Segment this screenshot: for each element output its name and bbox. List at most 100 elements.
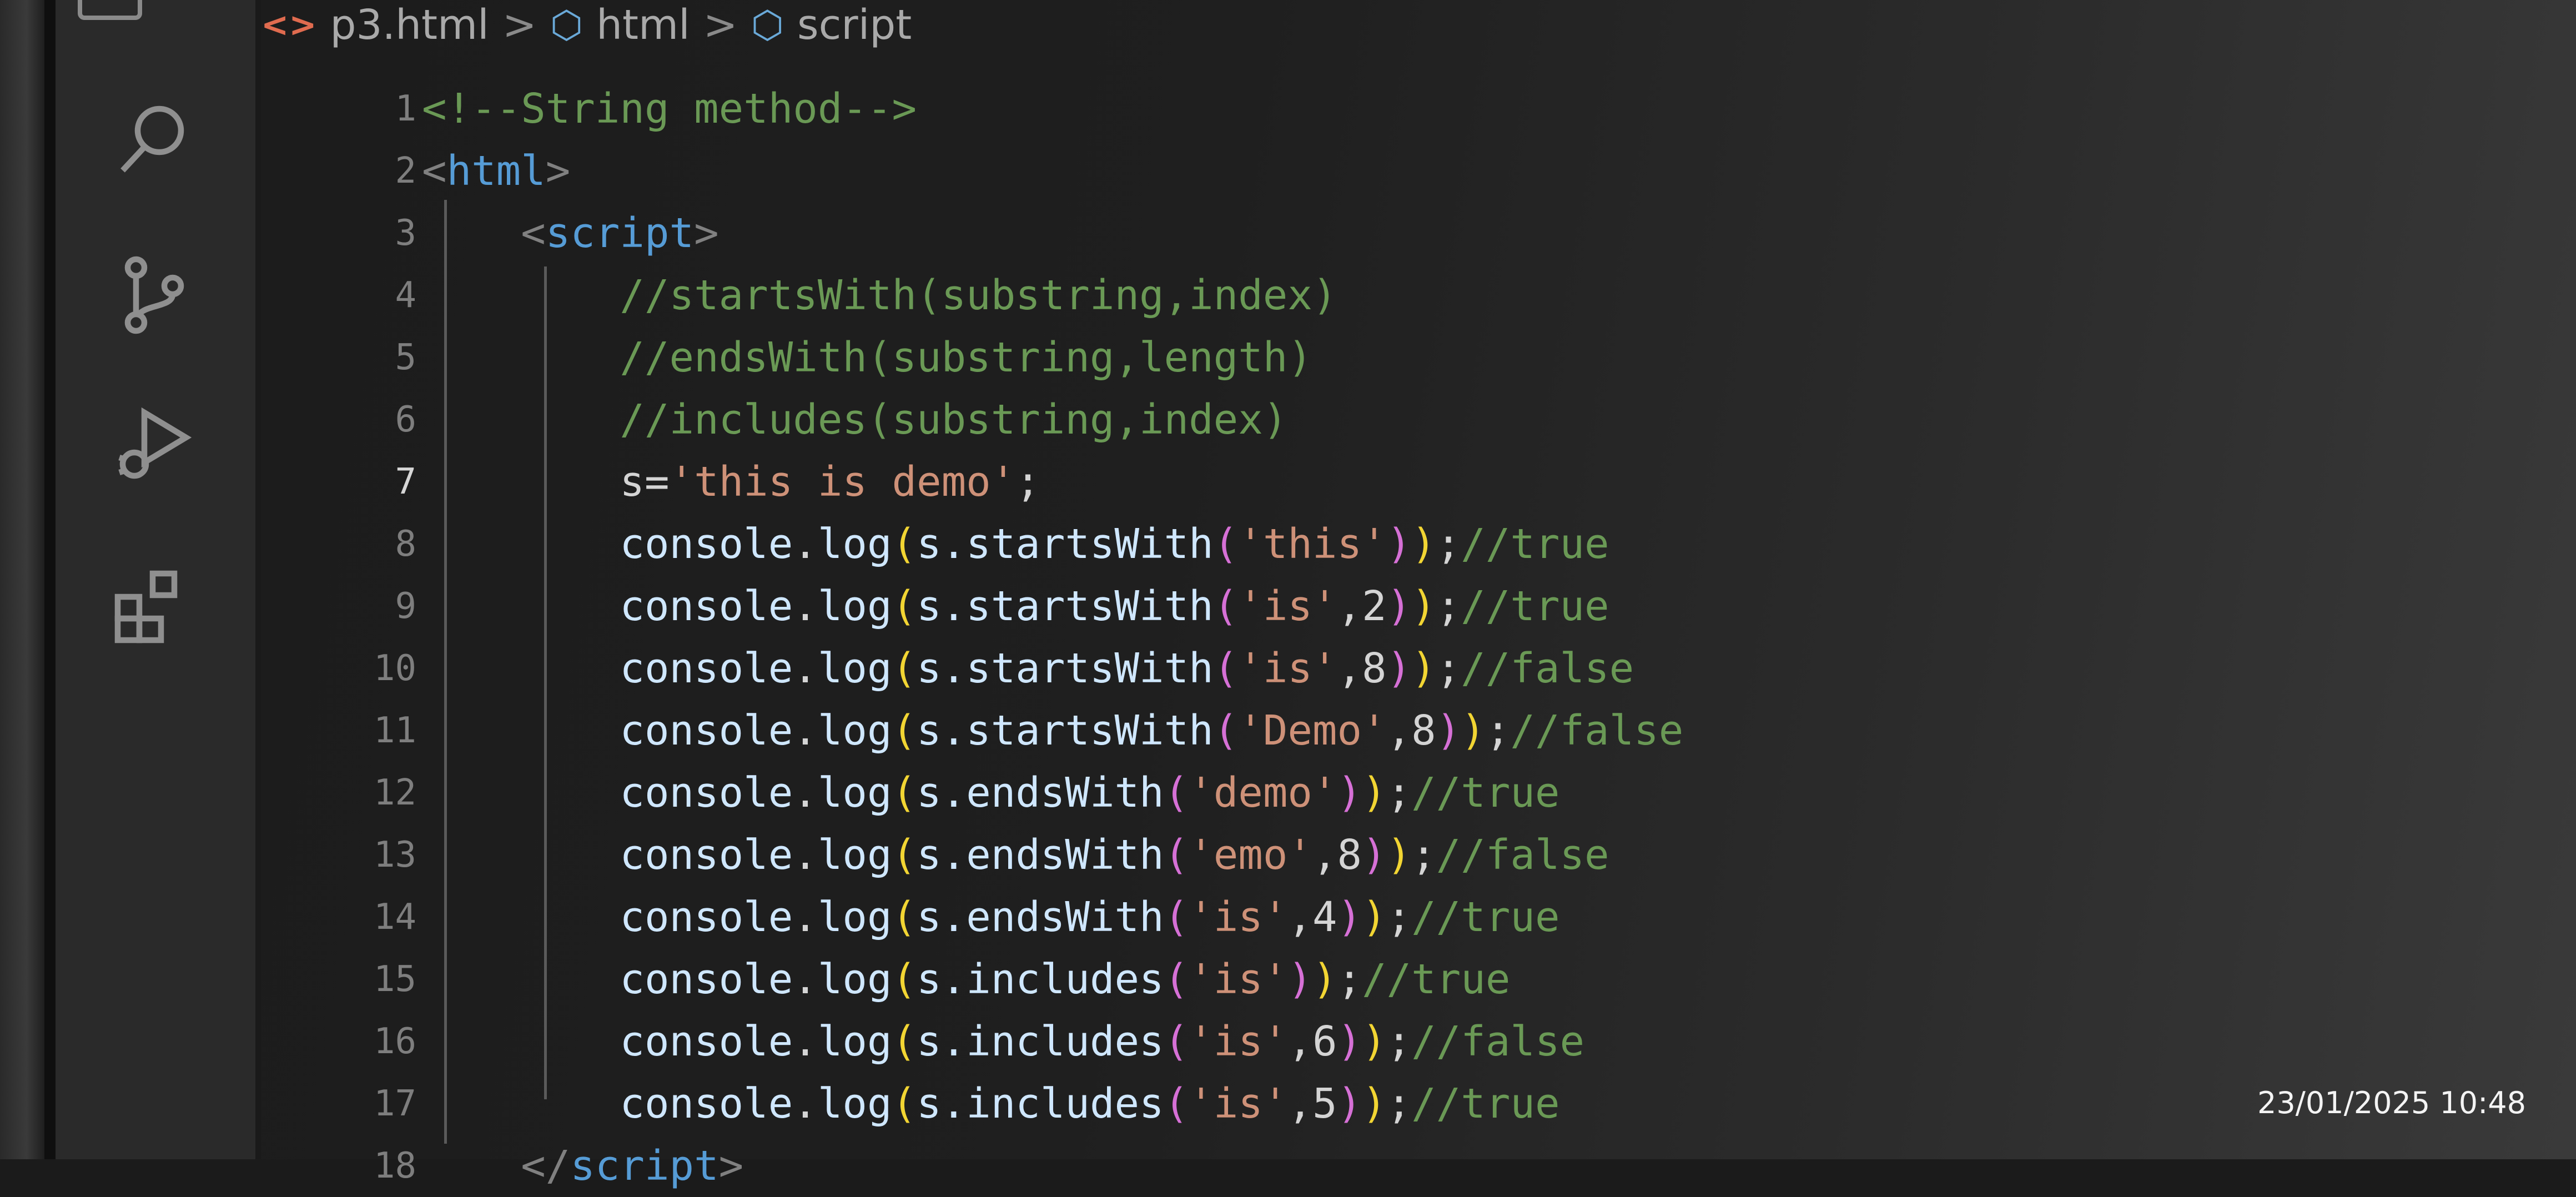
code-token: ;	[1386, 893, 1412, 941]
code-token: console	[620, 520, 793, 568]
explorer-icon[interactable]	[78, 0, 142, 20]
code-token: )	[1337, 769, 1362, 817]
code-token: (	[1164, 955, 1189, 1003]
line-number: 13	[373, 834, 416, 876]
code-token: console	[620, 1080, 793, 1128]
code-token: 'emo'	[1189, 831, 1312, 879]
code-token: ;	[1485, 707, 1511, 755]
code-token: )	[1362, 769, 1387, 817]
breadcrumb-item-script[interactable]: script	[797, 1, 912, 49]
code-token: (	[892, 582, 917, 630]
breadcrumb-item-html[interactable]: html	[596, 1, 690, 49]
code-token: ;	[1015, 458, 1040, 506]
code-token: (	[892, 955, 917, 1003]
code-line[interactable]: console.log(s.endsWith('emo',8));//false	[422, 824, 2476, 886]
code-token: )	[1337, 893, 1362, 941]
source-control-icon[interactable]	[97, 239, 208, 350]
code-token: (	[1213, 520, 1239, 568]
code-line[interactable]: //endsWith(substring,length)	[422, 326, 2476, 389]
code-token: s.	[917, 893, 967, 941]
line-number: 17	[373, 1083, 416, 1124]
code-token: 'this is demo'	[669, 458, 1016, 506]
line-number: 5	[395, 337, 416, 378]
code-token: ,8	[1312, 831, 1362, 879]
breadcrumb-separator: >	[703, 1, 738, 49]
code-token: log	[817, 582, 892, 630]
code-token: console	[620, 707, 793, 755]
code-token: s.	[917, 582, 967, 630]
extensions-icon[interactable]	[97, 550, 208, 661]
breadcrumb-file[interactable]: p3.html	[330, 1, 489, 49]
code-token: console	[620, 769, 793, 817]
code-token: //includes(substring,index)	[620, 396, 1288, 444]
code-line[interactable]: console.log(s.includes('is',6));//false	[422, 1010, 2476, 1073]
code-line[interactable]: console.log(s.includes('is'));//true	[422, 948, 2476, 1010]
code-token: log	[817, 707, 892, 755]
code-token: ,6	[1287, 1018, 1337, 1065]
code-line[interactable]: //startsWith(substring,index)	[422, 264, 2476, 326]
code-line[interactable]: <!--String method-->	[422, 78, 2476, 140]
code-token: s.	[917, 707, 967, 755]
code-token: .	[793, 1080, 818, 1128]
code-line[interactable]: <script>	[422, 202, 2476, 264]
code-token: (	[1164, 1080, 1189, 1128]
code-token: (	[892, 707, 917, 755]
code-line[interactable]: console.log(s.includes('is',5));//true	[422, 1073, 2476, 1135]
code-token: .	[793, 893, 818, 941]
code-token: )	[1386, 520, 1412, 568]
code-token: s.	[917, 769, 967, 817]
code-line[interactable]: console.log(s.endsWith('demo'));//true	[422, 762, 2476, 824]
code-token: >	[694, 209, 719, 257]
code-lines[interactable]: <!--String method--> <html> <script> //st…	[422, 78, 2476, 1197]
code-line[interactable]: //includes(substring,index)	[422, 389, 2476, 451]
search-icon[interactable]	[97, 83, 208, 194]
code-token: endsWith	[966, 831, 1164, 879]
code-token: )	[1411, 645, 1436, 692]
cube-icon: ⬡	[751, 3, 784, 47]
code-token: endsWith	[966, 769, 1164, 817]
code-token: s.	[917, 831, 967, 879]
code-token: //true	[1461, 582, 1609, 630]
code-line[interactable]: console.log(s.startsWith('is',2));//true	[422, 575, 2476, 637]
code-token: s=	[620, 458, 670, 506]
code-line[interactable]: </script>	[422, 1135, 2476, 1197]
code-token: //true	[1461, 520, 1609, 568]
code-line[interactable]: <html>	[422, 140, 2476, 202]
code-token: )	[1362, 1018, 1387, 1065]
line-number: 11	[373, 710, 416, 751]
code-line[interactable]: console.log(s.startsWith('Demo',8));//fa…	[422, 700, 2476, 762]
code-token: )	[1461, 707, 1486, 755]
line-number: 7	[395, 461, 416, 502]
code-line[interactable]: s='this is demo';	[422, 451, 2476, 513]
code-token: (	[1213, 707, 1239, 755]
code-line[interactable]: console.log(s.startsWith('this'));//true	[422, 513, 2476, 575]
html-file-icon: <>	[261, 6, 317, 44]
run-debug-icon[interactable]	[97, 389, 208, 500]
code-token: //false	[1461, 645, 1634, 692]
code-token: startsWith	[966, 520, 1214, 568]
code-token: .	[793, 582, 818, 630]
code-line[interactable]: console.log(s.endsWith('is',4));//true	[422, 886, 2476, 948]
code-token: )	[1386, 831, 1412, 879]
code-token: 'Demo'	[1238, 707, 1387, 755]
code-line[interactable]: console.log(s.startsWith('is',8));//fals…	[422, 637, 2476, 700]
code-token: //false	[1411, 1018, 1585, 1065]
line-number: 18	[373, 1145, 416, 1186]
line-number: 9	[395, 586, 416, 627]
code-token: console	[620, 645, 793, 692]
code-token: startsWith	[966, 707, 1214, 755]
code-token: )	[1386, 582, 1412, 630]
code-token: .	[793, 955, 818, 1003]
code-token: </	[521, 1142, 571, 1190]
code-token: ;	[1386, 1018, 1412, 1065]
line-number: 1	[395, 88, 416, 129]
code-token: includes	[966, 1080, 1164, 1128]
code-token: ;	[1436, 582, 1461, 630]
